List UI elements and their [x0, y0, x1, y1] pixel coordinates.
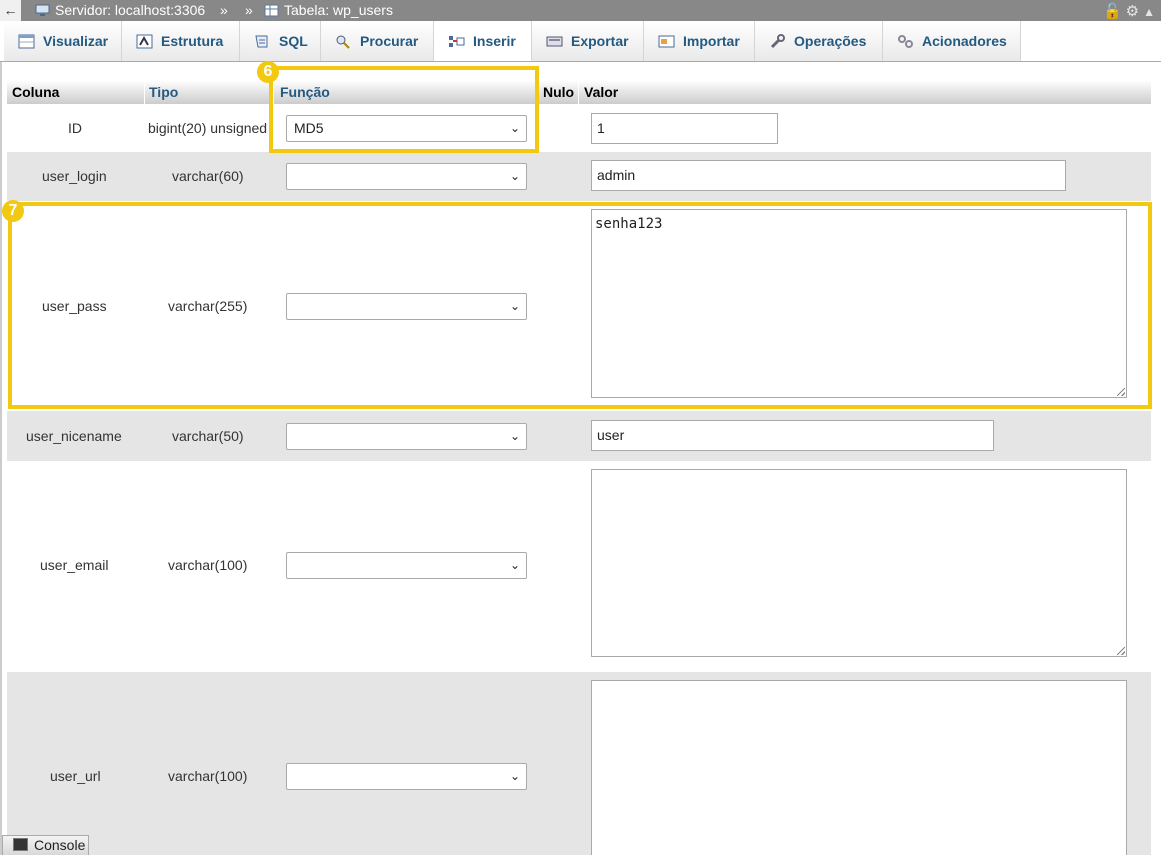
highlight-user-pass-row [8, 202, 1152, 409]
tab-visualizar[interactable]: Visualizar [4, 21, 122, 61]
row-column-type: bigint(20) unsigned [148, 120, 268, 136]
insert-icon [449, 36, 465, 47]
left-edge [0, 61, 2, 855]
tab-importar[interactable]: Importar [644, 21, 755, 61]
breadcrumb-separator: » [220, 2, 228, 18]
header-divider [578, 80, 579, 104]
row-column-type: varchar(50) [172, 428, 244, 444]
highlight-function-column [269, 66, 539, 153]
collapse-arrow-icon[interactable]: ← [0, 0, 21, 21]
import-icon [658, 35, 675, 48]
step-badge-7: 7 [2, 200, 24, 222]
lock-icon[interactable]: 🔓 [1103, 3, 1122, 20]
table-header: Coluna Tipo Função Nulo Valor [7, 80, 1151, 104]
value-textarea-user-email[interactable] [591, 469, 1127, 657]
console-button[interactable]: Console [2, 835, 89, 855]
wrench-icon [770, 34, 785, 49]
row-column-type: varchar(60) [172, 168, 244, 184]
header-divider [144, 80, 145, 104]
header-null: Nulo [543, 84, 575, 100]
sql-icon [255, 35, 268, 48]
triggers-icon [898, 35, 913, 48]
function-select[interactable]: ⌄ [286, 552, 527, 579]
breadcrumb-server[interactable]: Servidor: localhost:3306 [35, 0, 205, 21]
row-column-type: varchar(100) [168, 768, 248, 784]
header-column: Coluna [12, 84, 60, 100]
row-column-name: user_email [40, 557, 109, 573]
tab-procurar[interactable]: Procurar [321, 21, 434, 61]
tab-bar: Visualizar Estrutura SQL Procurar Inseri… [0, 21, 1161, 62]
table-row: ID bigint(20) unsigned [7, 104, 1151, 152]
tab-estrutura[interactable]: Estrutura [122, 21, 240, 61]
resize-grip-icon[interactable] [1117, 647, 1125, 655]
row-column-type: varchar(100) [168, 557, 248, 573]
table-icon [264, 4, 279, 17]
header-type[interactable]: Tipo [149, 84, 178, 100]
breadcrumb-table[interactable]: Tabela: wp_users [264, 0, 393, 21]
topbar-controls: 🔓 ⚙ ▲ [1099, 1, 1155, 23]
tab-operacoes[interactable]: Operações [755, 21, 883, 61]
value-input-id[interactable]: 1 [591, 113, 778, 144]
value-input-user-nicename[interactable]: user [591, 420, 994, 451]
server-icon [35, 4, 50, 16]
console-icon [13, 838, 28, 851]
export-icon [546, 36, 563, 47]
value-textarea-user-url[interactable] [591, 680, 1127, 855]
step-badge-6: 6 [257, 61, 279, 83]
chevron-down-icon: ⌄ [509, 558, 520, 572]
header-value: Valor [584, 84, 619, 100]
function-select[interactable]: ⌄ [286, 163, 527, 190]
function-select[interactable]: ⌄ [286, 423, 527, 450]
row-column-name: user_nicename [26, 428, 122, 444]
search-icon [336, 35, 350, 49]
chevron-down-icon: ⌄ [509, 769, 520, 783]
tab-acionadores[interactable]: Acionadores [883, 21, 1021, 61]
row-column-name: user_url [50, 768, 101, 784]
row-column-name: ID [68, 120, 82, 136]
chevron-down-icon: ⌄ [509, 429, 520, 443]
function-select[interactable]: ⌄ [286, 763, 527, 790]
tab-exportar[interactable]: Exportar [532, 21, 644, 61]
gear-icon[interactable]: ⚙ [1126, 3, 1139, 20]
breadcrumb-bar: ← Servidor: localhost:3306 » » Tabela: w… [0, 0, 1161, 21]
structure-icon [136, 34, 153, 49]
row-column-name: user_login [42, 168, 107, 184]
chevron-down-icon: ⌄ [509, 169, 520, 183]
scroll-up-icon[interactable]: ▲ [1143, 5, 1155, 19]
tab-sql[interactable]: SQL [240, 21, 321, 61]
value-input-user-login[interactable]: admin [591, 160, 1066, 191]
breadcrumb-separator: » [245, 2, 253, 18]
tab-inserir[interactable]: Inserir [434, 21, 532, 61]
browse-icon [18, 34, 35, 49]
